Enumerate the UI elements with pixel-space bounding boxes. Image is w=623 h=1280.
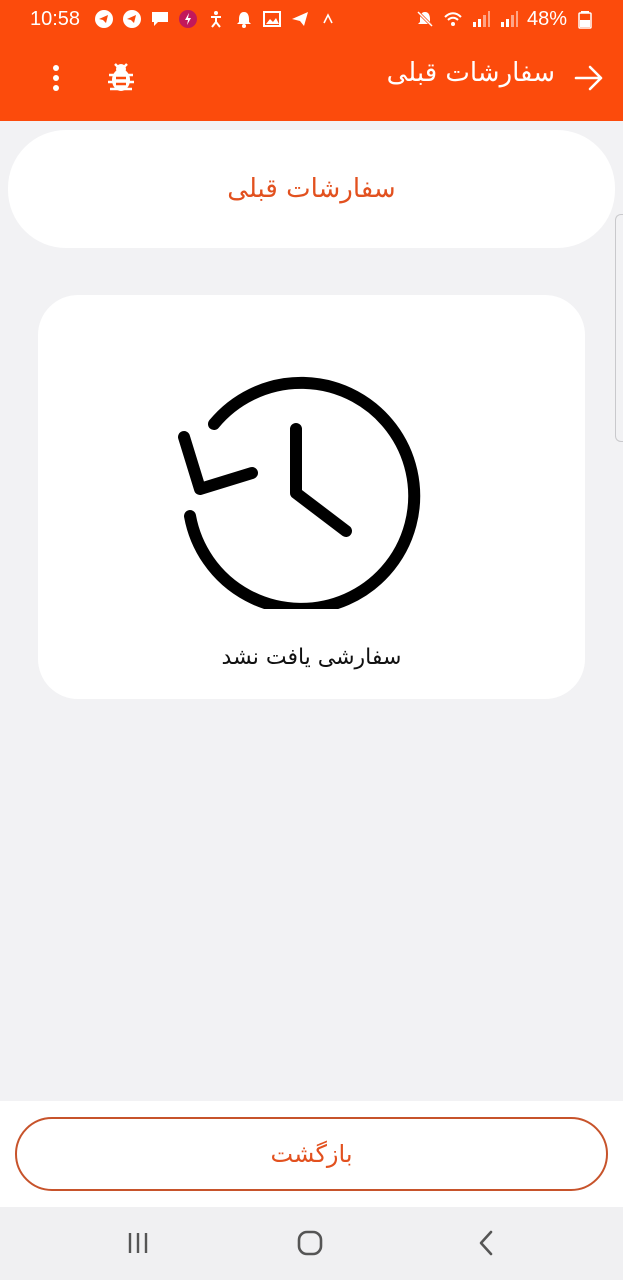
- power-app-icon: [178, 9, 198, 29]
- message-icon: [150, 9, 170, 29]
- status-right: 48%: [415, 8, 595, 31]
- nav-back-button[interactable]: [466, 1225, 506, 1265]
- battery-percent: 48%: [526, 7, 567, 30]
- history-icon: [178, 376, 421, 609]
- home-icon: [296, 1229, 324, 1261]
- image-icon: [262, 9, 282, 29]
- debug-button[interactable]: [102, 60, 140, 100]
- footer: بازگشت: [0, 1101, 623, 1207]
- bell-icon: [234, 9, 254, 29]
- system-nav-bar: [0, 1207, 623, 1280]
- more-options-button[interactable]: [38, 60, 74, 100]
- screen: 10:58 48% سفارشات قبلی سفارشات قبلی سفار…: [0, 0, 623, 1280]
- home-button[interactable]: [290, 1225, 330, 1265]
- recent-apps-icon: [125, 1231, 151, 1259]
- empty-state-message: سفارشی یافت نشد: [221, 645, 402, 670]
- status-left: 10:58: [30, 8, 338, 31]
- app-bar-title: سفارشات قبلی: [386, 58, 555, 88]
- accessibility-icon: [206, 9, 226, 29]
- arrow-right-icon: [574, 64, 604, 96]
- signal-icon: [471, 9, 491, 29]
- more-vert-icon: [50, 63, 62, 97]
- signal-icon: [499, 9, 519, 29]
- back-arrow-button[interactable]: [569, 60, 609, 100]
- send-icon: [290, 9, 310, 29]
- bug-icon: [106, 62, 136, 98]
- status-bar: 10:58 48%: [0, 0, 623, 38]
- header-card: سفارشات قبلی: [8, 130, 615, 248]
- mute-icon: [415, 9, 435, 29]
- edge-panel-handle[interactable]: [615, 214, 623, 442]
- return-button[interactable]: بازگشت: [15, 1117, 608, 1191]
- wifi-icon: [443, 9, 463, 29]
- empty-state-card: سفارشی یافت نشد: [38, 295, 585, 699]
- telegram-icon: [94, 9, 114, 29]
- recent-apps-button[interactable]: [118, 1225, 158, 1265]
- caret-up-icon: [318, 9, 338, 29]
- app-bar: سفارشات قبلی: [0, 38, 623, 121]
- status-time: 10:58: [30, 7, 81, 30]
- battery-icon: [575, 9, 595, 29]
- header-title: سفارشات قبلی: [227, 174, 396, 204]
- telegram-icon: [122, 9, 142, 29]
- chevron-left-icon: [476, 1229, 496, 1261]
